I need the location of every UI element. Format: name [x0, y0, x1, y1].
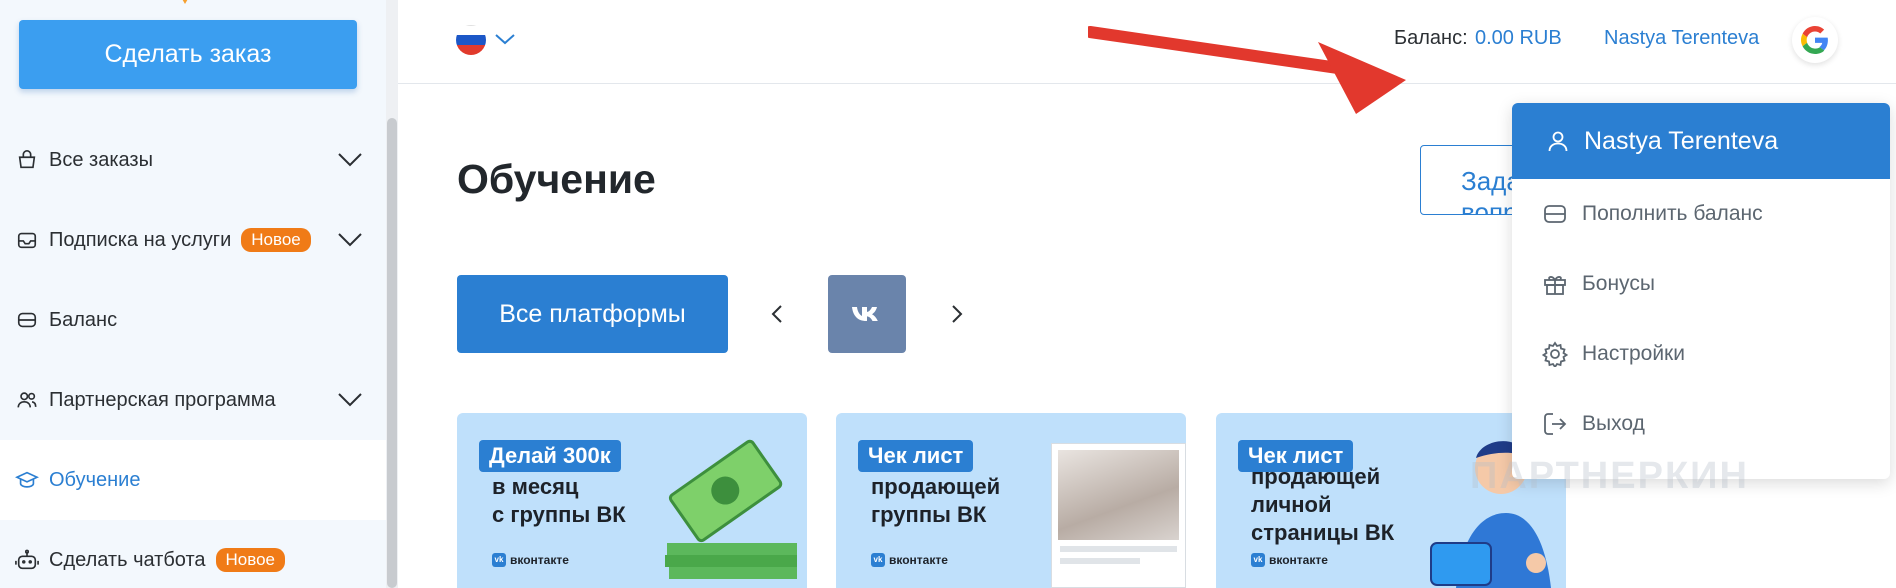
vk-brand: vk вконтакте [871, 553, 948, 567]
menu-item-label: Пополнить баланс [1582, 202, 1763, 225]
sidebar-item-label: Партнерская программа [49, 388, 276, 411]
gift-icon [1544, 276, 1566, 295]
user-name-link[interactable]: Nastya Terenteva [1604, 27, 1759, 50]
sidebar-item-all-orders[interactable]: Все заказы [0, 120, 386, 200]
page-title: Обучение [457, 156, 656, 202]
chevron-down-icon[interactable] [338, 393, 362, 407]
menu-item-label: Бонусы [1582, 272, 1655, 295]
sidebar-item-label: Сделать чатбота [49, 548, 206, 571]
card-tag: Чек лист [858, 440, 974, 472]
users-icon [15, 388, 39, 412]
card-text: продающей личной страницы ВК [1251, 464, 1395, 545]
card-text: в месяц с группы ВК [492, 474, 626, 527]
chevron-down-icon[interactable] [338, 153, 362, 167]
new-badge: Новое [215, 548, 286, 572]
user-dropdown-menu: Nastya Terenteva Пополнить баланс Бонусы… [1512, 103, 1890, 479]
vk-brand: vk вконтакте [1251, 553, 1328, 567]
robot-icon [15, 548, 39, 572]
ru-flag-icon[interactable] [456, 25, 486, 55]
card-text: продающей группы ВК [871, 474, 1001, 527]
sidebar: Сделать заказ Все заказы Подписка на усл… [0, 0, 398, 588]
basket-icon [15, 148, 39, 172]
all-platforms-button[interactable]: Все платформы [457, 275, 728, 353]
annotation-arrow [1088, 26, 1406, 114]
menu-item-label: Выход [1582, 412, 1645, 435]
chevron-down-icon[interactable] [338, 233, 362, 247]
user-icon [1548, 131, 1568, 152]
course-card[interactable]: Чек лист продающей группы ВК vk вконтакте [836, 413, 1186, 588]
menu-item-bonuses[interactable]: Бонусы [1512, 249, 1890, 319]
scrollbar-thumb[interactable] [387, 118, 397, 588]
money-icon [665, 439, 797, 579]
menu-item-label: Настройки [1582, 342, 1685, 365]
chevron-down-icon[interactable] [494, 32, 516, 46]
sidebar-item-label: Обучение [49, 468, 141, 491]
sidebar-item-label: Подписка на услуги [49, 228, 232, 251]
menu-item-settings[interactable]: Настройки [1512, 319, 1890, 389]
phone-mockup-image [1051, 443, 1186, 588]
dropdown-user-name: Nastya Terenteva [1584, 126, 1779, 155]
caret-indicator [178, 0, 192, 6]
card-tag: Делай 300к [479, 440, 621, 472]
sidebar-scrollbar[interactable] [386, 0, 398, 588]
sidebar-item-balance[interactable]: Баланс [0, 280, 386, 360]
sidebar-item-subscriptions[interactable]: Подписка на услуги Новое [0, 200, 386, 280]
sidebar-item-partner-program[interactable]: Партнерская программа [0, 360, 386, 440]
logout-icon [1544, 413, 1567, 435]
gear-icon [1542, 341, 1568, 367]
graduation-cap-icon [15, 468, 39, 492]
make-order-button[interactable]: Сделать заказ [19, 20, 357, 89]
menu-item-top-up[interactable]: Пополнить баланс [1512, 179, 1890, 249]
balance-value[interactable]: 0.00 RUB [1475, 27, 1562, 50]
vk-icon [852, 307, 878, 321]
sidebar-item-education[interactable]: Обучение [0, 440, 386, 520]
new-badge: Новое [241, 228, 311, 252]
chevron-left-icon[interactable] [768, 302, 788, 326]
wallet-icon [1544, 205, 1566, 223]
inbox-icon [15, 228, 39, 252]
menu-item-logout[interactable]: Выход [1512, 389, 1890, 459]
vk-brand: vk вконтакте [492, 553, 569, 567]
sidebar-item-chatbot[interactable]: Сделать чатбота Новое [0, 520, 386, 588]
wallet-icon [15, 308, 39, 332]
google-icon[interactable] [1792, 17, 1838, 63]
sidebar-item-label: Все заказы [49, 148, 153, 171]
chevron-right-icon[interactable] [946, 302, 966, 326]
dropdown-header[interactable]: Nastya Terenteva [1512, 103, 1890, 179]
course-card[interactable]: Делай 300к в месяц с группы ВК vk вконтак… [457, 413, 807, 588]
watermark: ПАРТНЕРКИН [1470, 455, 1749, 497]
sidebar-item-label: Баланс [49, 308, 118, 331]
vk-platform-tile[interactable] [828, 275, 906, 353]
